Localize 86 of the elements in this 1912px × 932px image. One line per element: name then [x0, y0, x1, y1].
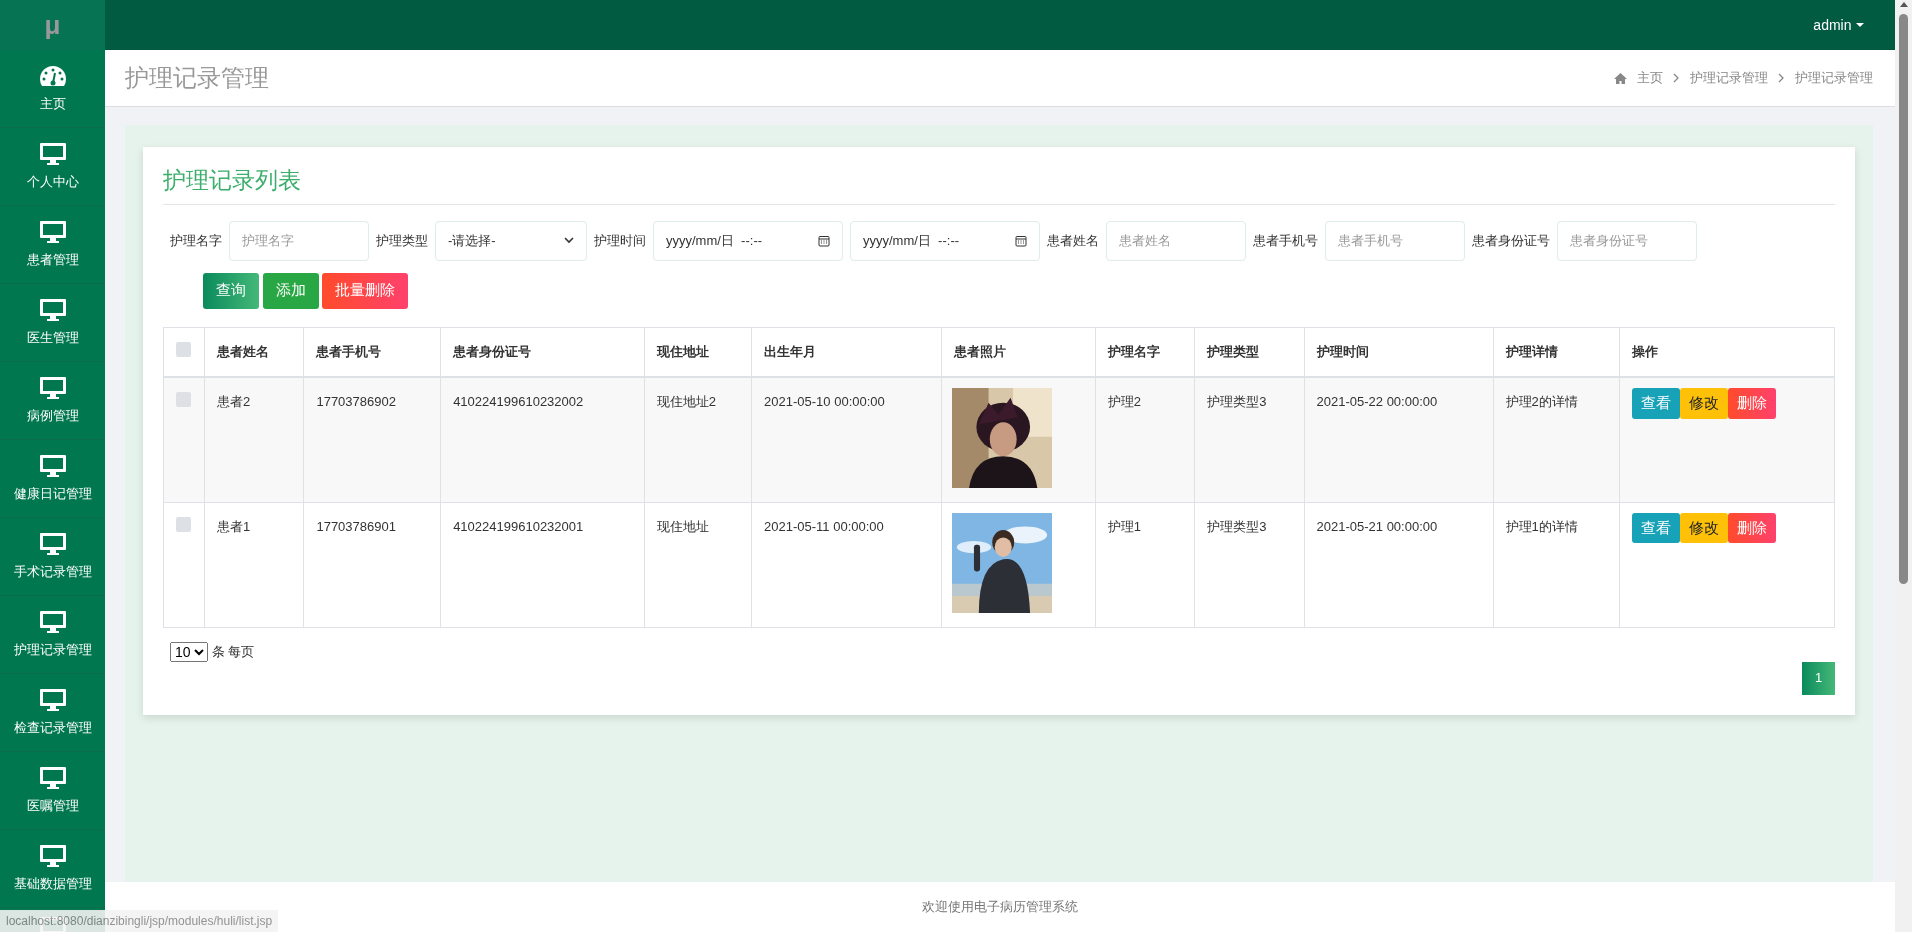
- monitor-icon: [38, 609, 67, 634]
- table-cell: 护理类型3: [1207, 394, 1267, 409]
- view-button[interactable]: 查看: [1631, 512, 1680, 543]
- search-button[interactable]: 查询: [203, 272, 259, 309]
- column-header: 患者姓名: [217, 343, 269, 359]
- monitor-icon: [38, 297, 67, 322]
- table-cell: 410224199610232002: [453, 394, 584, 409]
- monitor-icon: [38, 843, 67, 868]
- column-header: 护理时间: [1316, 343, 1369, 359]
- status-url: localhost:8080/dianzibingli/jsp/modules/huli/list.jsp: [0, 910, 279, 932]
- calendar-icon: [818, 234, 830, 247]
- caret-icon: [1855, 22, 1865, 28]
- column-header: 护理名字: [1107, 343, 1160, 359]
- chevron-icon: [1673, 73, 1680, 83]
- table-cell: 410224199610232001: [453, 518, 584, 534]
- table-cell: 2021-05-22 00:00:00: [1316, 394, 1438, 409]
- column-header: 现住地址: [656, 343, 709, 359]
- table-cell: 2021-05-10 00:00:00: [764, 394, 885, 409]
- column-header: 患者照片: [954, 343, 1007, 359]
- delete-button[interactable]: 删除: [1727, 512, 1776, 543]
- page-button[interactable]: 1: [1802, 661, 1835, 695]
- edit-button[interactable]: 修改: [1679, 512, 1728, 543]
- input-field[interactable]: 患者姓名: [1106, 220, 1246, 261]
- table-cell: 患者2: [217, 394, 251, 409]
- delete-button[interactable]: 删除: [1727, 388, 1776, 419]
- date-field[interactable]: yyyy/mm/日 --:--: [653, 220, 843, 261]
- monitor-icon: [38, 687, 67, 712]
- chevron-icon: [1778, 73, 1785, 83]
- filter-label: 患者姓名: [1047, 231, 1099, 250]
- column-header: 护理类型: [1207, 343, 1260, 359]
- page-size-label: 条 每页: [211, 642, 255, 661]
- input-field[interactable]: 患者手机号: [1325, 220, 1465, 261]
- logo: μ: [44, 8, 61, 42]
- monitor-icon: [38, 141, 67, 166]
- filter-label: 护理类型: [376, 231, 428, 250]
- table-cell: 护理2: [1107, 394, 1141, 409]
- calendar-icon: [1015, 234, 1027, 247]
- date-field[interactable]: yyyy/mm/日 --:--: [850, 220, 1040, 261]
- page-size-select[interactable]: 10: [170, 641, 208, 662]
- table-cell: 现住地址: [656, 518, 709, 534]
- edit-button[interactable]: 修改: [1679, 388, 1728, 419]
- filter-label: 护理时间: [594, 231, 646, 250]
- input-field[interactable]: 患者身份证号: [1557, 220, 1697, 261]
- footer-text: 欢迎使用电子病历管理系统: [922, 898, 1078, 917]
- page-title: 护理记录管理: [125, 63, 269, 93]
- column-header: 患者身份证号: [453, 343, 532, 359]
- column-header: 操作: [1631, 343, 1658, 359]
- batch-delete-button[interactable]: 批量删除: [322, 272, 408, 309]
- table-cell: 现住地址2: [656, 394, 716, 409]
- checkbox[interactable]: [176, 392, 191, 407]
- table-cell: 护理1: [1107, 518, 1141, 534]
- card-title: 护理记录列表: [163, 163, 1835, 205]
- table-cell: 2021-05-11 00:00:00: [764, 518, 884, 534]
- table-cell: 17703786901: [316, 518, 396, 534]
- user-menu[interactable]: admin: [1813, 14, 1865, 36]
- table-cell: 2021-05-21 00:00:00: [1316, 518, 1438, 534]
- input-field[interactable]: 护理名字: [229, 220, 369, 261]
- chevron-icon: [564, 237, 574, 244]
- checkbox[interactable]: [176, 341, 191, 357]
- monitor-icon: [38, 765, 67, 790]
- table-cell: 17703786902: [316, 394, 396, 409]
- monitor-icon: [38, 531, 67, 556]
- breadcrumb-link[interactable]: 护理记录管理: [1690, 68, 1768, 88]
- table-cell: 护理2的详情: [1505, 394, 1578, 409]
- home-icon: [1614, 72, 1627, 84]
- arrow-up-icon[interactable]: [1898, 0, 1909, 10]
- breadcrumb-link[interactable]: 护理记录管理: [1795, 68, 1873, 88]
- add-button[interactable]: 添加: [262, 272, 319, 309]
- table-cell: 护理类型3: [1207, 518, 1267, 534]
- monitor-icon: [38, 219, 67, 244]
- monitor-icon: [38, 375, 67, 400]
- table-cell: 护理1的详情: [1505, 518, 1578, 534]
- monitor-icon: [38, 453, 67, 478]
- column-header: 护理详情: [1505, 343, 1558, 359]
- breadcrumb-link[interactable]: 主页: [1637, 68, 1663, 88]
- checkbox[interactable]: [176, 516, 191, 532]
- filter-label: 患者身份证号: [1472, 231, 1550, 250]
- gauge-icon: [37, 63, 68, 88]
- filter-label: 护理名字: [170, 231, 222, 250]
- table-cell: 患者1: [217, 518, 251, 534]
- filter-label: 患者手机号: [1253, 231, 1318, 250]
- column-header: 患者手机号: [316, 343, 382, 359]
- column-header: 出生年月: [764, 343, 817, 359]
- view-button[interactable]: 查看: [1631, 388, 1680, 419]
- scrollbar[interactable]: [1895, 0, 1912, 932]
- select-field[interactable]: -请选择-: [435, 220, 587, 261]
